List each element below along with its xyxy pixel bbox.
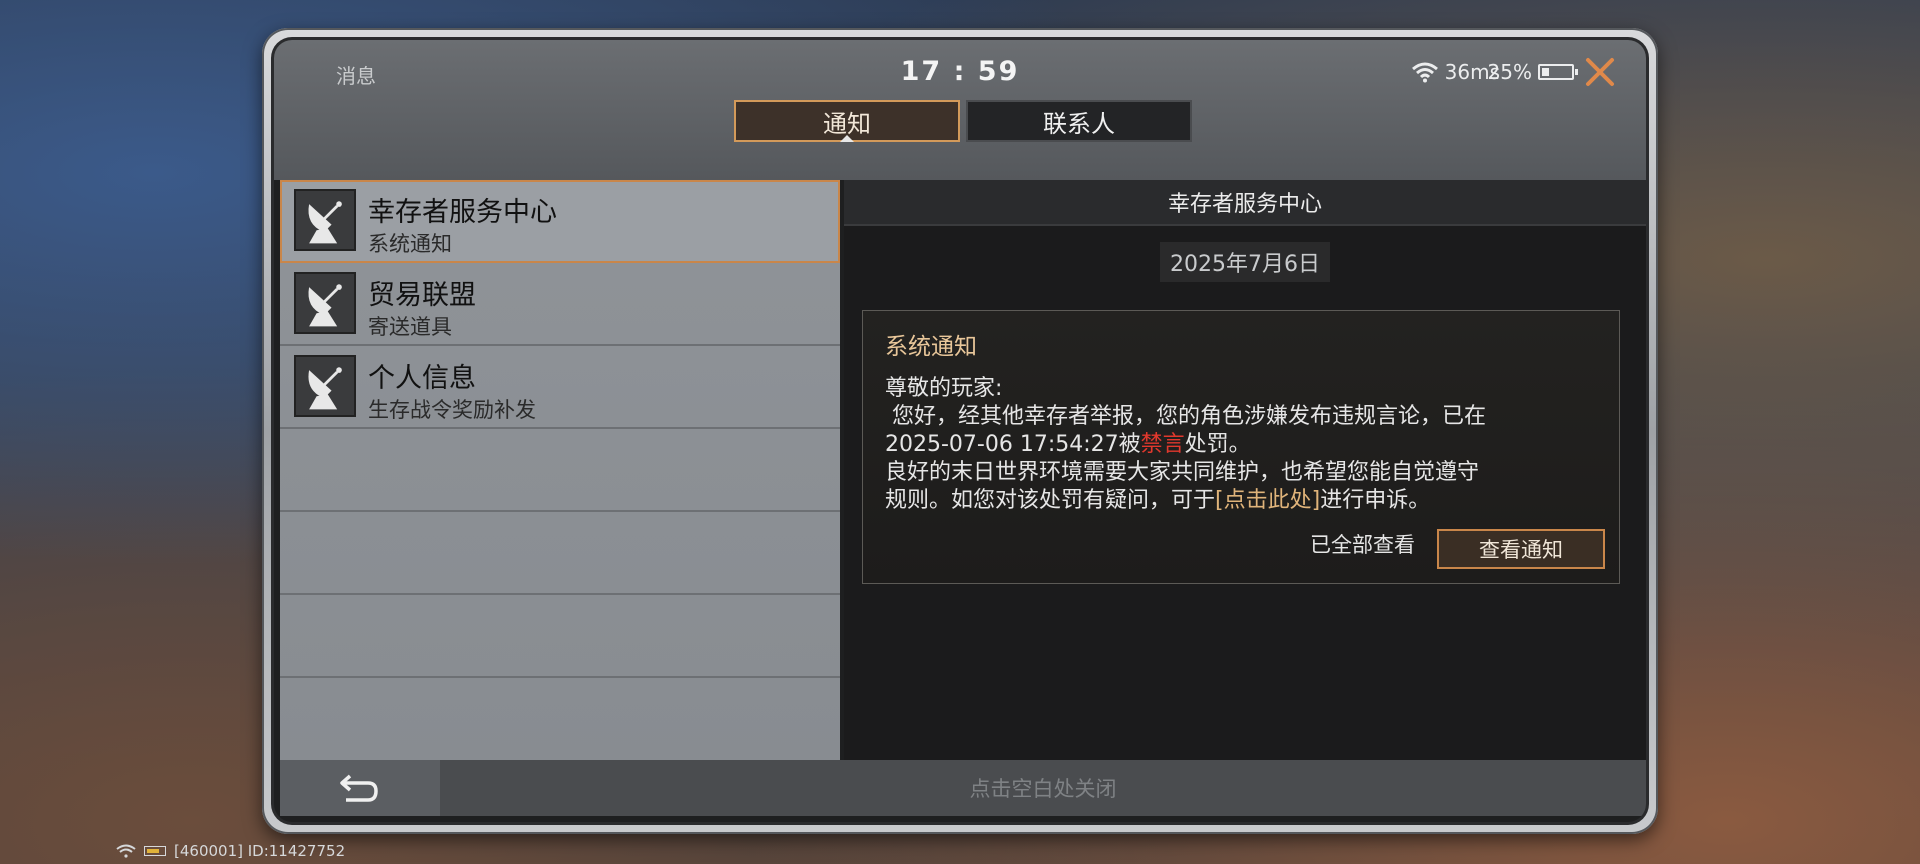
list-item[interactable]: 贸易联盟 寄送道具: [280, 263, 840, 346]
satellite-dish-icon: [294, 189, 356, 251]
status-bar: 消息 17 : 59 36ms 25% 通知 联系人: [274, 40, 1646, 180]
message-list: 幸存者服务中心 系统通知 贸易联盟 寄送道具 个人信息 生存战令奖励补发: [280, 180, 840, 766]
empty-row: [280, 512, 840, 595]
battery-fill: [1542, 68, 1549, 76]
detail-header: 幸存者服务中心: [844, 180, 1646, 226]
timestamp-text: 2025-07-06 17:54:27被: [885, 432, 1141, 457]
tap-blank-to-close[interactable]: 点击空白处关闭: [440, 760, 1646, 816]
footer-status: [460001] ID:11427752: [116, 842, 345, 860]
view-notification-button[interactable]: 查看通知: [1437, 529, 1605, 569]
appeal-link[interactable]: [点击此处]: [1215, 488, 1320, 513]
list-item-title: 幸存者服务中心: [368, 197, 557, 228]
list-item-title: 贸易联盟: [368, 280, 476, 311]
back-button[interactable]: [280, 760, 440, 816]
back-arrow-icon: [340, 774, 378, 802]
battery-percent: 25%: [1487, 60, 1532, 84]
empty-row: [280, 595, 840, 678]
list-item-subtitle: 系统通知: [368, 232, 452, 256]
satellite-dish-icon: [294, 355, 356, 417]
tab-contacts[interactable]: 联系人: [966, 100, 1192, 142]
body-line-4-prefix: 规则。如您对该处罚有疑问，可于: [885, 488, 1216, 513]
body-line-4: 规则。如您对该处罚有疑问，可于[点击此处]进行申诉。: [885, 487, 1589, 515]
card-title: 系统通知: [885, 334, 977, 360]
all-viewed-label: 已全部查看: [1310, 533, 1415, 557]
body-line-1: 您好，经其他幸存者举报，您的角色涉嫌发布违规言论，已在: [885, 404, 1486, 429]
server-id-label: [460001] ID:11427752: [174, 842, 346, 860]
empty-row: [280, 678, 840, 761]
card-body: 尊敬的玩家: 您好，经其他幸存者举报，您的角色涉嫌发布违规言论，已在 2025-…: [885, 375, 1589, 515]
wifi-icon: [1411, 62, 1438, 83]
penalty-text: 禁言: [1140, 432, 1185, 457]
notification-card: 系统通知 尊敬的玩家: 您好，经其他幸存者举报，您的角色涉嫌发布违规言论，已在 …: [862, 310, 1620, 584]
list-item-title: 个人信息: [368, 363, 476, 394]
device-frame: 消息 17 : 59 36ms 25% 通知 联系人 幸存者服务中心 系统通知 …: [262, 28, 1658, 834]
detail-date: 2025年7月6日: [844, 242, 1646, 282]
battery-icon: [144, 846, 166, 856]
list-item-subtitle: 生存战令奖励补发: [368, 398, 536, 422]
body-line-2-suffix: 处罚。: [1184, 432, 1251, 457]
empty-row: [280, 429, 840, 512]
close-icon[interactable]: [1580, 52, 1620, 92]
tab-bar: 通知 联系人: [734, 100, 1192, 142]
message-screen: 消息 17 : 59 36ms 25% 通知 联系人 幸存者服务中心 系统通知 …: [274, 40, 1646, 822]
tab-notifications[interactable]: 通知: [734, 100, 960, 142]
body-line-2: 2025-07-06 17:54:27被禁言处罚。: [885, 431, 1589, 459]
satellite-dish-icon: [294, 272, 356, 334]
detail-panel: 幸存者服务中心 2025年7月6日 系统通知 尊敬的玩家: 您好，经其他幸存者举…: [844, 180, 1646, 766]
greeting-text: 尊敬的玩家:: [885, 376, 1003, 401]
list-item-subtitle: 寄送道具: [368, 315, 452, 339]
bottom-bar: 点击空白处关闭: [280, 760, 1646, 816]
battery-icon: [1538, 64, 1578, 80]
body-line-3: 良好的末日世界环境需要大家共同维护，也希望您能自觉遵守: [885, 460, 1480, 485]
date-label: 2025年7月6日: [1160, 242, 1330, 282]
list-item[interactable]: 个人信息 生存战令奖励补发: [280, 346, 840, 429]
list-item[interactable]: 幸存者服务中心 系统通知: [280, 180, 840, 263]
wifi-icon: [116, 844, 136, 858]
body-line-4-suffix: 进行申诉。: [1320, 488, 1431, 513]
